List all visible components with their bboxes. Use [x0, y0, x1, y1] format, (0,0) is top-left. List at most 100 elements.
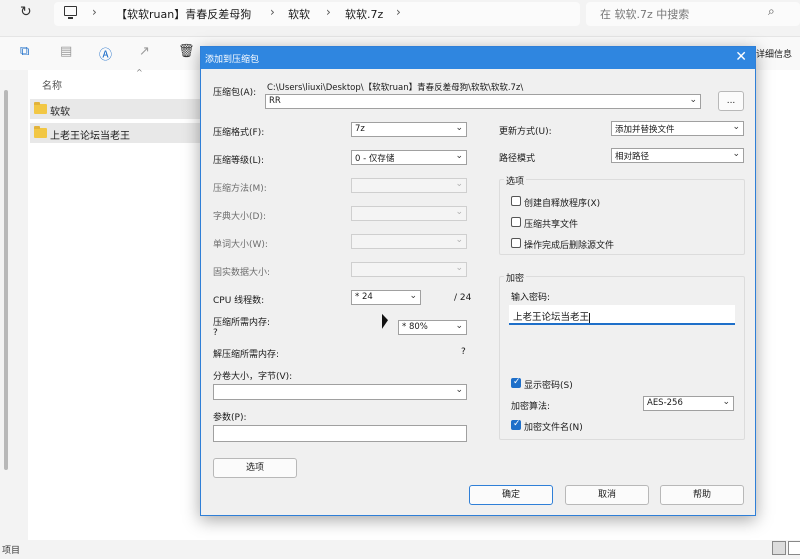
chevron-down-icon: ⌄: [409, 291, 417, 301]
details-view-icon[interactable]: [772, 541, 786, 555]
delete-checkbox[interactable]: [511, 238, 521, 248]
word-label: 单词大小(W):: [213, 240, 268, 250]
shared-checkbox[interactable]: [511, 217, 521, 227]
copy-icon[interactable]: ⧉: [20, 44, 29, 59]
help-button[interactable]: 帮助: [660, 485, 744, 505]
dialog-titlebar[interactable]: 添加到压缩包 ✕: [201, 47, 755, 69]
ok-button[interactable]: 确定: [469, 485, 553, 505]
share-icon[interactable]: ↗: [139, 44, 150, 59]
browse-button[interactable]: ...: [718, 91, 744, 111]
dict-select: ⌄: [351, 206, 467, 221]
file-name: 软软: [50, 107, 70, 118]
update-select[interactable]: 添加并替换文件 ⌄: [611, 121, 744, 136]
decomp-value: ?: [461, 347, 466, 357]
encrypt-names-label: 加密文件名(N): [524, 423, 583, 433]
word-select: ⌄: [351, 234, 467, 249]
path-mode-label: 路径模式: [499, 154, 536, 164]
format-label: 压缩格式(F):: [213, 128, 265, 138]
status-bar: [0, 540, 800, 559]
chevron-right-icon[interactable]: ›: [396, 5, 401, 19]
chevron-right-icon[interactable]: ›: [270, 5, 275, 19]
encryption-group-title: 加密: [504, 271, 527, 284]
column-header-name[interactable]: 名称: [42, 77, 62, 92]
refresh-icon[interactable]: ↻: [20, 4, 32, 20]
delete-icon[interactable]: 🗑: [178, 44, 195, 59]
level-select[interactable]: 0 - 仅存储 ⌄: [351, 150, 467, 165]
password-input[interactable]: 上老王论坛当老王: [509, 305, 735, 325]
folder-icon: [34, 102, 47, 114]
solid-select: ⌄: [351, 262, 467, 277]
split-select[interactable]: ⌄: [213, 384, 467, 400]
level-label: 压缩等级(L):: [213, 156, 265, 166]
method-select: ⌄: [351, 178, 467, 193]
archive-label: 压缩包(A):: [213, 88, 257, 98]
chevron-down-icon: ⌄: [455, 179, 463, 189]
password-value: 上老王论坛当老王: [513, 309, 591, 323]
cpu-total: / 24: [454, 293, 472, 303]
tiles-view-icon[interactable]: [788, 541, 800, 555]
text-caret: [589, 312, 591, 323]
chevron-down-icon: ⌄: [455, 123, 463, 133]
mem-select[interactable]: * 80% ⌄: [398, 320, 467, 335]
chevron-down-icon: ⌄: [732, 149, 740, 159]
paste-icon[interactable]: ▤: [60, 44, 72, 59]
computer-icon[interactable]: [64, 6, 77, 19]
delete-label: 操作完成后删除源文件: [524, 241, 615, 251]
details-button[interactable]: 详细信息: [756, 47, 792, 60]
close-icon[interactable]: ✕: [735, 49, 747, 65]
cpu-value: * 24: [355, 292, 373, 302]
archive-path: C:\Users\liuxi\Desktop\【软软ruan】青春反差母狗\软软…: [267, 83, 524, 93]
chevron-right-icon[interactable]: ›: [92, 5, 97, 19]
format-select[interactable]: 7z ⌄: [351, 122, 467, 137]
chevron-down-icon: ⌄: [455, 321, 463, 331]
chevron-down-icon: ⌄: [455, 151, 463, 161]
file-name: 上老王论坛当老王: [50, 131, 130, 142]
chevron-down-icon: ⌄: [455, 235, 463, 245]
solid-label: 固实数据大小:: [213, 268, 271, 278]
split-label: 分卷大小，字节(V):: [213, 372, 293, 382]
chevron-right-icon[interactable]: ›: [326, 5, 331, 19]
list-item[interactable]: 上老王论坛当老王: [30, 123, 202, 143]
chevron-down-icon: ⌄: [732, 122, 740, 132]
mem-label: 压缩所需内存:: [213, 318, 271, 328]
options-button[interactable]: 选项: [213, 458, 297, 478]
folder-icon: [34, 126, 47, 138]
rename-icon[interactable]: Ⓐ: [99, 44, 112, 63]
archive-name-combo[interactable]: RR ⌄: [265, 94, 701, 109]
mem-question: ?: [213, 328, 218, 338]
scrollbar[interactable]: [4, 90, 8, 470]
mouse-cursor-icon: [382, 313, 388, 332]
breadcrumb-item[interactable]: 【软软ruan】青春反差母狗: [116, 6, 251, 22]
update-value: 添加并替换文件: [615, 125, 675, 135]
chevron-down-icon[interactable]: ⌄: [689, 95, 697, 105]
dialog-title: 添加到压缩包: [205, 55, 260, 65]
shared-label: 压缩共享文件: [524, 220, 579, 230]
sfx-checkbox[interactable]: [511, 196, 521, 206]
sort-up-icon: ^: [136, 68, 143, 77]
dict-label: 字典大小(D):: [213, 212, 266, 222]
breadcrumb-item[interactable]: 软软.7z: [345, 6, 383, 22]
cancel-button[interactable]: 取消: [565, 485, 649, 505]
chevron-down-icon: ⌄: [455, 385, 463, 395]
sfx-label: 创建自释放程序(X): [524, 199, 601, 209]
algo-select[interactable]: AES-256 ⌄: [643, 396, 734, 411]
path-mode-value: 相对路径: [615, 152, 650, 162]
params-label: 参数(P):: [213, 413, 247, 423]
level-value: 0 - 仅存储: [355, 154, 395, 164]
show-password-checkbox[interactable]: [511, 377, 521, 388]
cpu-label: CPU 线程数:: [213, 296, 265, 306]
list-item[interactable]: 软软: [30, 99, 202, 119]
search-placeholder: 在 软软.7z 中搜索: [600, 8, 690, 21]
algo-label: 加密算法:: [511, 402, 551, 412]
chevron-down-icon: ⌄: [455, 207, 463, 217]
breadcrumb-item[interactable]: 软软: [288, 6, 310, 22]
search-icon[interactable]: ⌕: [768, 4, 775, 19]
show-password-label: 显示密码(S): [524, 381, 573, 391]
encrypt-names-checkbox[interactable]: [511, 419, 521, 430]
password-text: 上老王论坛当老王: [513, 312, 590, 323]
update-label: 更新方式(U):: [499, 127, 552, 137]
params-input[interactable]: [213, 425, 467, 442]
path-mode-select[interactable]: 相对路径 ⌄: [611, 148, 744, 163]
algo-value: AES-256: [647, 398, 683, 408]
cpu-select[interactable]: * 24 ⌄: [351, 290, 421, 305]
